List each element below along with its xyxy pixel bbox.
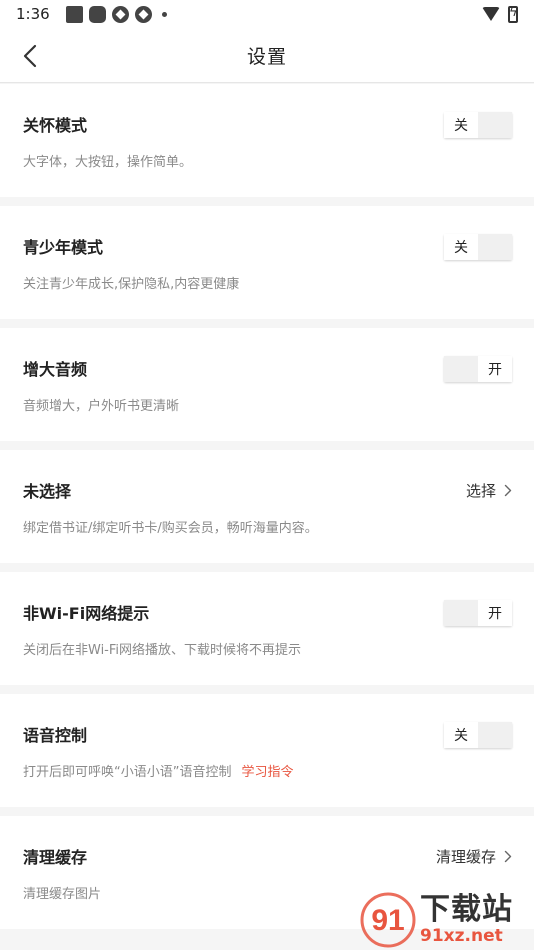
setting-title: 语音控制 [23,726,88,745]
setting-title: 关怀模式 [23,116,88,135]
watermark-logo-icon: 91 [360,892,416,948]
clear-cache-label: 清理缓存 [435,848,496,866]
setting-membership[interactable]: 未选择 绑定借书证/绑定听书卡/购买会员，畅听海量内容。 选择 [0,450,534,563]
setting-title: 非Wi-Fi网络提示 [23,604,150,623]
watermark-sub-text: 91xz.net [420,926,503,946]
status-bar: 1:36 [0,0,534,28]
setting-title: 增大音频 [23,360,88,379]
voice-control-description: 打开后即可呼唤“小语小语”语音控制 [23,765,232,780]
setting-description: 打开后即可呼唤“小语小语”语音控制 学习指令 [23,761,294,780]
setting-non-wifi-alert: 非Wi-Fi网络提示 关闭后在非Wi-Fi网络播放、下载时候将不再提示 开 [0,572,534,685]
setting-boost-audio: 增大音频 音频增大，户外听书更清晰 开 [0,328,534,441]
chevron-right-icon [504,850,512,863]
chevron-left-icon [23,44,37,68]
watermark: 91 下载站 91xz.net [358,892,528,948]
chevron-right-icon [504,484,512,497]
toggle-empty-segment [478,112,512,138]
setting-description: 清理缓存图片 [23,887,102,902]
app-notification-icon [88,5,106,23]
back-button[interactable] [16,42,44,70]
watermark-main-text: 下载站 [420,892,513,927]
toggle-on-label: 开 [478,356,512,382]
wifi-icon [482,7,500,21]
toggle-empty-segment [444,600,478,626]
learn-commands-link[interactable]: 学习指令 [241,765,293,780]
toggle-off-label: 关 [444,234,478,260]
clear-cache-button[interactable]: 清理缓存 [436,846,512,867]
toggle-empty-segment [444,356,478,382]
notification-icon [65,5,83,23]
toggle-off-label: 关 [444,112,478,138]
page-title: 设置 [246,45,287,68]
toggle-off-label: 关 [444,722,478,748]
settings-list: 关怀模式 大字体，大按钮，操作简单。 关 青少年模式 关注青少年成长,保护隐私,… [0,84,534,938]
header: 设置 [0,28,534,83]
setting-voice-control: 语音控制 打开后即可呼唤“小语小语”语音控制 学习指令 关 [0,694,534,807]
voice-control-toggle[interactable]: 关 [444,722,512,748]
setting-description: 音频增大，户外听书更清晰 [23,399,180,414]
setting-title: 未选择 [23,482,72,501]
watermark-logo-text: 91 [371,904,404,937]
non-wifi-alert-toggle[interactable]: 开 [444,600,512,626]
watermark-logo: 91 [358,892,418,948]
setting-description: 大字体，大按钮，操作简单。 [23,155,193,170]
aperture-icon [111,5,129,23]
setting-title: 青少年模式 [23,238,104,257]
setting-description: 绑定借书证/绑定听书卡/购买会员，畅听海量内容。 [23,521,318,536]
toggle-empty-segment [478,722,512,748]
toggle-empty-segment [478,234,512,260]
toggle-on-label: 开 [478,600,512,626]
setting-description: 关注青少年成长,保护隐私,内容更健康 [23,277,240,292]
battery-charging-icon [508,5,518,23]
care-mode-toggle[interactable]: 关 [444,112,512,138]
select-label: 选择 [465,482,496,500]
aperture-icon-2 [134,5,152,23]
setting-title: 清理缓存 [23,848,88,867]
setting-care-mode: 关怀模式 大字体，大按钮，操作简单。 关 [0,84,534,197]
setting-description: 关闭后在非Wi-Fi网络播放、下载时候将不再提示 [23,643,302,658]
boost-audio-toggle[interactable]: 开 [444,356,512,382]
teen-mode-toggle[interactable]: 关 [444,234,512,260]
setting-teen-mode: 青少年模式 关注青少年成长,保护隐私,内容更健康 关 [0,206,534,319]
more-notifications-icon [161,11,167,17]
select-button[interactable]: 选择 [466,480,512,501]
status-time: 1:36 [16,5,50,23]
